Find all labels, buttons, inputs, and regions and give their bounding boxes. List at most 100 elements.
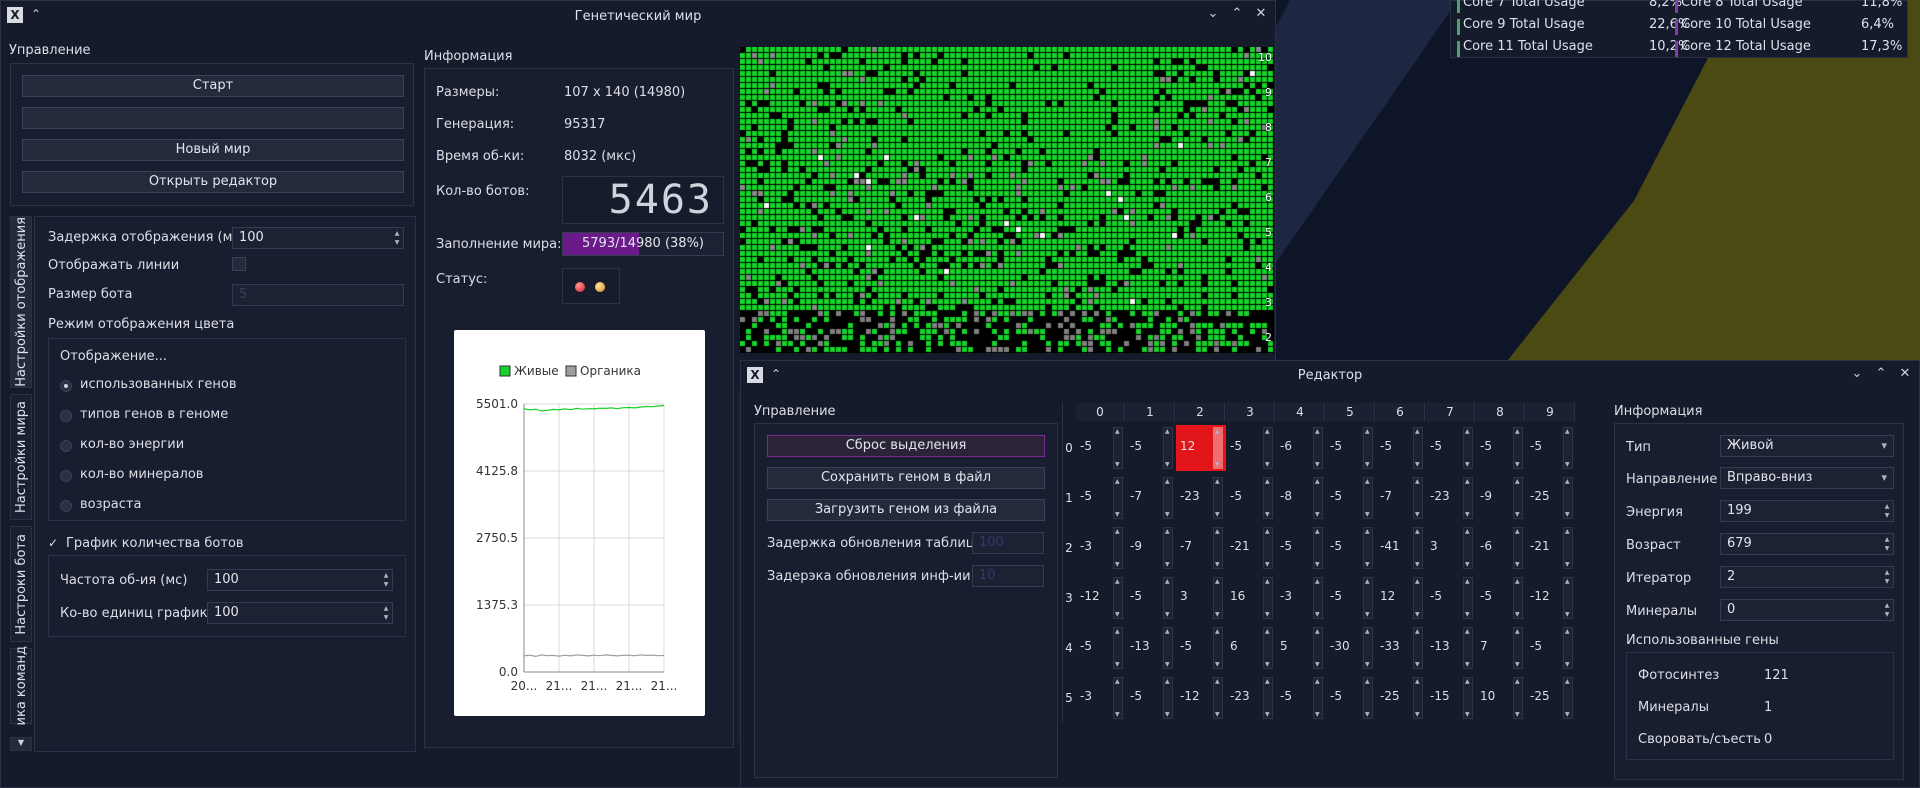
genome-cell[interactable]: -25 — [1376, 675, 1426, 721]
genome-cell[interactable]: -5 — [1176, 625, 1226, 671]
load-genome-button[interactable]: Загрузить геном из файла — [767, 499, 1045, 521]
genome-cell-spinner[interactable] — [1463, 677, 1473, 719]
world-grid[interactable]: 10 9 8 7 6 5 4 3 2 — [740, 47, 1274, 353]
close-icon[interactable]: ✕ — [1253, 6, 1269, 21]
open-editor-button[interactable]: Открыть редактор — [22, 171, 404, 193]
spinner-arrows-icon[interactable]: ▲ ▼ — [1883, 502, 1891, 520]
world-canvas[interactable] — [740, 47, 1274, 353]
genome-cell[interactable]: -25 — [1526, 675, 1576, 721]
tabs-scroll-down-button[interactable]: ▼ — [10, 737, 32, 751]
genome-cell[interactable]: -12 — [1176, 675, 1226, 721]
genome-cell[interactable]: -33 — [1376, 625, 1426, 671]
genome-cell[interactable]: -9 — [1476, 475, 1526, 521]
genome-cell-spinner[interactable] — [1113, 477, 1123, 519]
genome-cell-spinner[interactable] — [1363, 427, 1373, 469]
genome-cell-spinner[interactable] — [1463, 477, 1473, 519]
genome-cell-spinner[interactable] — [1213, 477, 1223, 519]
info-delay-input[interactable]: 10 — [972, 565, 1044, 587]
genome-cell[interactable]: -41 — [1376, 525, 1426, 571]
age-input[interactable]: 679 ▲ ▼ — [1720, 533, 1894, 555]
genome-cell[interactable]: -15 — [1426, 675, 1476, 721]
genome-cell[interactable]: -21 — [1226, 525, 1276, 571]
genome-cell-spinner[interactable] — [1363, 477, 1373, 519]
genome-cell-spinner[interactable] — [1363, 677, 1373, 719]
graph-freq-input[interactable]: 100 ▲ ▼ — [207, 569, 393, 591]
genome-cell-spinner[interactable] — [1463, 577, 1473, 619]
genome-cell-spinner[interactable] — [1413, 427, 1423, 469]
genome-column-header[interactable]: 3 — [1226, 403, 1275, 421]
reset-selection-button[interactable]: Сброс выделения — [767, 435, 1045, 457]
genome-cell[interactable]: -5 — [1426, 575, 1476, 621]
genome-cell[interactable]: -5 — [1476, 425, 1526, 471]
genome-cell-spinner[interactable] — [1313, 427, 1323, 469]
genome-cell-spinner[interactable] — [1563, 627, 1573, 669]
direction-dropdown[interactable]: Вправо-вниз — [1720, 467, 1894, 489]
genome-column-header[interactable]: 2 — [1176, 403, 1225, 421]
editor-keep-above-icon[interactable]: ⌃ — [771, 367, 781, 381]
tab-display-settings[interactable]: Настройки отображения — [10, 216, 32, 388]
genome-cell[interactable]: -5 — [1126, 575, 1176, 621]
genome-cell-spinner[interactable] — [1513, 527, 1523, 569]
genome-cell[interactable]: -5 — [1326, 475, 1376, 521]
genome-cell-spinner[interactable] — [1263, 627, 1273, 669]
genome-column-header[interactable]: 4 — [1276, 403, 1325, 421]
genome-cell[interactable]: -7 — [1176, 525, 1226, 571]
genome-cell-spinner[interactable] — [1463, 527, 1473, 569]
genome-cell-spinner[interactable] — [1113, 627, 1123, 669]
genome-cell-spinner[interactable] — [1163, 627, 1173, 669]
genome-cell[interactable]: -9 — [1126, 525, 1176, 571]
genome-cell[interactable]: 16 — [1226, 575, 1276, 621]
genome-cell[interactable]: 3 — [1426, 525, 1476, 571]
genome-cell[interactable]: -21 — [1526, 525, 1576, 571]
genome-cell-spinner[interactable] — [1513, 577, 1523, 619]
genome-column-header[interactable]: 1 — [1126, 403, 1175, 421]
genome-cell-spinner[interactable] — [1363, 627, 1373, 669]
energy-input[interactable]: 199 ▲ ▼ — [1720, 500, 1894, 522]
genome-cell-spinner[interactable] — [1413, 677, 1423, 719]
genome-cell-spinner[interactable] — [1263, 477, 1273, 519]
genome-cell[interactable]: -3 — [1076, 675, 1126, 721]
genome-column-header[interactable]: 0 — [1076, 403, 1125, 421]
genome-cell[interactable]: -5 — [1276, 525, 1326, 571]
genome-cell-spinner[interactable] — [1313, 477, 1323, 519]
genome-cell[interactable]: -12 — [1526, 575, 1576, 621]
genome-cell-spinner[interactable] — [1513, 677, 1523, 719]
save-genome-button[interactable]: Сохранить геном в файл — [767, 467, 1045, 489]
bot-size-input[interactable]: 5 — [232, 284, 404, 306]
genome-cell-spinner[interactable] — [1263, 577, 1273, 619]
genome-cell[interactable]: -6 — [1476, 525, 1526, 571]
genome-cell-spinner[interactable] — [1213, 627, 1223, 669]
genome-cell-spinner[interactable] — [1213, 577, 1223, 619]
genome-cell[interactable]: -8 — [1276, 475, 1326, 521]
genome-cell-spinner[interactable] — [1263, 527, 1273, 569]
genome-cell-spinner[interactable] — [1563, 477, 1573, 519]
genome-cell[interactable]: -5 — [1526, 625, 1576, 671]
genome-cell[interactable]: -5 — [1076, 425, 1126, 471]
genome-cell[interactable]: -23 — [1176, 475, 1226, 521]
genome-cell-spinner[interactable] — [1163, 427, 1173, 469]
editor-minimize-icon[interactable]: ⌄ — [1849, 366, 1865, 381]
editor-maximize-icon[interactable]: ⌃ — [1873, 366, 1889, 381]
genome-cell-spinner[interactable] — [1513, 477, 1523, 519]
genome-cell[interactable]: -5 — [1376, 425, 1426, 471]
unlabeled-button[interactable] — [22, 107, 404, 129]
spinner-arrows-icon[interactable]: ▲ ▼ — [382, 571, 390, 589]
genome-row-header[interactable]: 0 — [1063, 441, 1075, 455]
type-dropdown[interactable]: Живой — [1720, 435, 1894, 457]
start-button[interactable]: Старт — [22, 75, 404, 97]
genome-cell-spinner[interactable] — [1513, 427, 1523, 469]
graph-checkbox[interactable]: ✓ — [48, 536, 58, 550]
table-delay-input[interactable]: 100 — [972, 532, 1044, 554]
genome-row-header[interactable]: 1 — [1063, 491, 1075, 505]
maximize-icon[interactable]: ⌃ — [1229, 6, 1245, 21]
genome-cell-spinner[interactable] — [1463, 627, 1473, 669]
color-mode-radio[interactable] — [60, 410, 72, 422]
genome-cell[interactable]: -12 — [1076, 575, 1126, 621]
genome-cell-spinner[interactable] — [1313, 577, 1323, 619]
genome-cell-spinner[interactable] — [1163, 677, 1173, 719]
genome-cell-spinner[interactable] — [1113, 527, 1123, 569]
editor-window-titlebar[interactable]: X ⌃ Редактор ⌄ ⌃ ✕ — [741, 361, 1919, 389]
genome-cell[interactable]: -5 — [1326, 425, 1376, 471]
show-lines-checkbox[interactable] — [232, 257, 246, 271]
tab-bot-settings[interactable]: Настроки бота — [10, 526, 32, 642]
